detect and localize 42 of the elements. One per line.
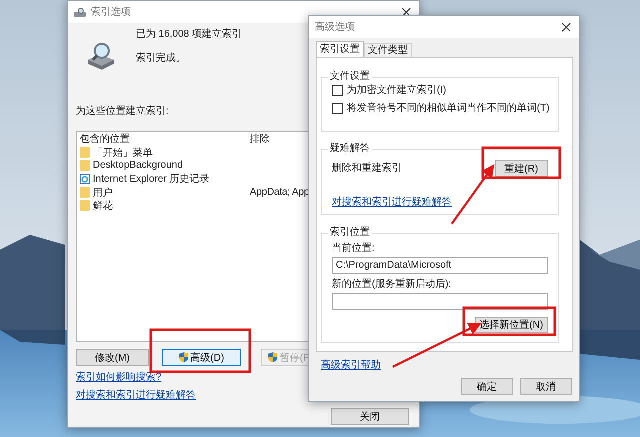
new-location-field[interactable] [332, 293, 548, 310]
dialog-button[interactable]: 取消 [520, 378, 572, 395]
drive-magnifier-icon [86, 41, 116, 71]
rebuild-button[interactable]: 重建(R) [495, 160, 548, 177]
index-count-text: 已为 16,008 项建立索引 [136, 28, 242, 42]
close-icon[interactable] [402, 8, 411, 16]
close-icon[interactable] [562, 22, 571, 32]
drive-icon [74, 8, 86, 16]
location-name: 鲜花 [93, 200, 113, 213]
location-name: DesktopBackground [93, 160, 184, 172]
help-link[interactable]: 对搜索和索引进行疑难解答 [76, 389, 196, 402]
troubleshoot-link[interactable]: 对搜索和索引进行疑难解答 [332, 196, 452, 209]
window-title: 高级选项 [315, 20, 356, 34]
folder-icon [80, 147, 90, 158]
folder-icon [80, 187, 90, 198]
dialog-button[interactable]: 高级(D) [162, 349, 241, 366]
select-location-button[interactable]: 选择新位置(N) [475, 317, 548, 333]
arrow [451, 164, 495, 225]
column-header: 排除 [249, 132, 270, 146]
tab[interactable]: 文件类型 [364, 43, 412, 57]
dialog-button[interactable]: 确定 [461, 378, 513, 395]
window-title: 索引选项 [91, 6, 132, 19]
checkbox[interactable] [332, 84, 343, 96]
column-header: 包含的位置 [79, 132, 131, 146]
tab[interactable]: 索引设置 [316, 41, 364, 57]
checkbox-label: 将发音符号不同的相似单词当作不同的单词(T) [347, 102, 550, 115]
close-button[interactable]: 关闭 [331, 408, 409, 425]
rebuild-label: 删除和重建索引 [332, 162, 402, 176]
locations-label: 为这些位置建立索引: [76, 105, 169, 119]
browser-icon [80, 174, 90, 184]
location-name: 「开始」菜单 [93, 146, 153, 160]
current-location-label: 当前位置: [332, 242, 376, 256]
current-location-field[interactable]: C:\ProgramData\Microsoft [332, 257, 548, 274]
checkbox-label: 为加密文件建立索引(I) [347, 84, 446, 97]
location-name: 用户 [93, 186, 113, 200]
location-name: Internet Explorer 历史记录 [93, 172, 210, 186]
dialog-button[interactable]: 修改(M) [76, 349, 149, 366]
folder-icon [80, 200, 90, 212]
new-location-label: 新的位置(服务重新启动后): [332, 278, 452, 292]
checkbox[interactable] [332, 102, 343, 114]
status-text: 索引完成。 [136, 52, 187, 66]
folder-icon [80, 160, 90, 172]
